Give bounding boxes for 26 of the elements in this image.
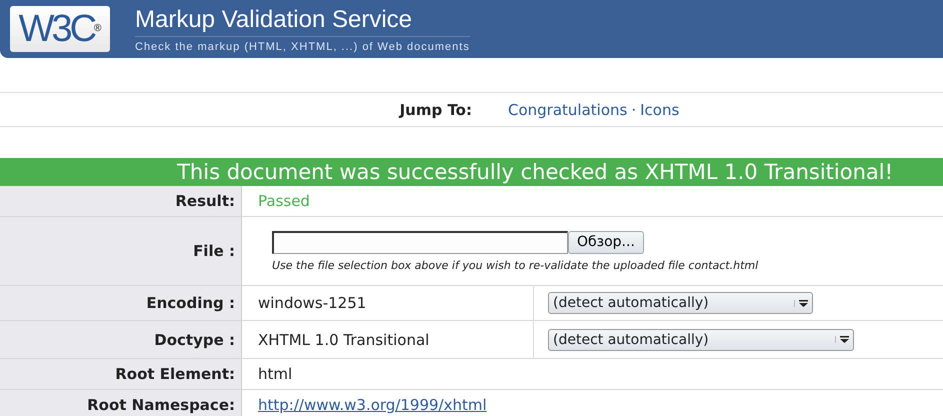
success-banner: This document was successfully checked as XHTML 1.0 Transitional! xyxy=(0,158,943,186)
row-label: Doctype : xyxy=(0,321,242,358)
jump-link[interactable]: Icons xyxy=(640,100,680,118)
jump-link[interactable]: Congratulations xyxy=(508,100,628,118)
page-subtitle: Check the markup (HTML, XHTML, ...) of Web documents xyxy=(135,40,470,52)
detect-dropdown[interactable]: (detect automatically) xyxy=(548,292,813,314)
browse-button[interactable]: Обзор... xyxy=(568,230,644,254)
row-label: Result: xyxy=(0,186,242,216)
file-path-field[interactable] xyxy=(272,230,568,254)
row-value: XHTML 1.0 Transitional xyxy=(258,330,430,348)
caret-icon xyxy=(794,300,808,306)
row-value: windows-1251 xyxy=(258,294,366,312)
namespace-link[interactable]: http://www.w3.org/1999/xhtml xyxy=(258,396,487,414)
link-separator: · xyxy=(631,100,636,118)
row-label: Root Element: xyxy=(0,359,242,389)
row-label: File : xyxy=(0,217,242,285)
row-value: html xyxy=(258,365,292,383)
w3c-logo[interactable]: W3C$^{®}$ xyxy=(10,6,110,52)
file-hint: Use the file selection box above if you wish to re-validate the uploaded file contact.html xyxy=(272,258,758,272)
caret-icon xyxy=(835,336,849,343)
page-title: Markup Validation Service xyxy=(135,6,470,36)
row-value: Passed xyxy=(258,192,310,210)
jump-label: Jump To: xyxy=(398,100,472,118)
row-label: Root Namespace: xyxy=(0,390,242,416)
row-label: Encoding : xyxy=(0,286,242,320)
detect-dropdown[interactable]: (detect automatically) xyxy=(548,328,854,350)
